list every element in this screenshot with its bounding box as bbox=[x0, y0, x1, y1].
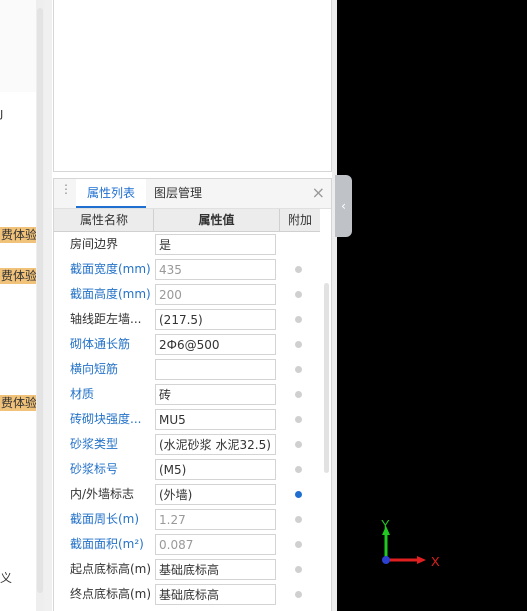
extra-indicator-icon[interactable] bbox=[295, 266, 302, 273]
left-scrollbar-thumb[interactable] bbox=[37, 8, 43, 593]
preview-area bbox=[53, 0, 332, 172]
property-row[interactable]: 轴线距左墙... (217.5) bbox=[54, 307, 320, 332]
left-content-area bbox=[0, 92, 36, 611]
table-header: 属性名称 属性值 附加 bbox=[54, 209, 320, 232]
property-row[interactable]: 起点底标高(m) 基础底标高 bbox=[54, 557, 320, 582]
property-name: 终点底标高(m) bbox=[70, 587, 152, 601]
extra-indicator-icon[interactable] bbox=[295, 516, 302, 523]
property-scrollbar[interactable] bbox=[324, 283, 329, 473]
property-row[interactable]: 截面宽度(mm) 435 bbox=[54, 257, 320, 282]
column-header-extra: 附加 bbox=[287, 213, 312, 227]
property-value-field[interactable] bbox=[155, 359, 276, 380]
left-scrollbar[interactable] bbox=[36, 0, 44, 611]
property-panel: ⋮⋮ 属性列表 图层管理 × 属性名称 属性值 附加 房间边界 是截面宽度(mm)… bbox=[53, 178, 332, 611]
property-row[interactable]: 内/外墙标志 (外墙) bbox=[54, 482, 320, 507]
property-value-field[interactable]: 1.27 bbox=[155, 509, 276, 530]
property-value-field[interactable]: (水泥砂浆 水泥32.5) bbox=[155, 434, 276, 455]
property-value-field[interactable]: 基础底标高 bbox=[155, 559, 276, 580]
extra-indicator-icon[interactable] bbox=[295, 441, 302, 448]
axis-origin bbox=[382, 556, 390, 564]
y-axis-label: Y bbox=[381, 517, 390, 532]
property-row[interactable]: 砂浆标号 (M5) bbox=[54, 457, 320, 482]
left-text-fragment: ȷ bbox=[0, 106, 4, 120]
extra-indicator-icon[interactable] bbox=[295, 591, 302, 598]
property-row[interactable]: 房间边界 是 bbox=[54, 232, 320, 257]
property-row[interactable]: 砂浆类型 (水泥砂浆 水泥32.5) bbox=[54, 432, 320, 457]
property-row[interactable]: 材质 砖 bbox=[54, 382, 320, 407]
x-axis-arrow bbox=[417, 556, 426, 564]
drag-grip-icon[interactable]: ⋮⋮ bbox=[60, 183, 83, 195]
drawing-viewport[interactable]: Y X bbox=[337, 0, 527, 611]
property-value-field[interactable]: 砖 bbox=[155, 384, 276, 405]
property-value-field[interactable]: 基础底标高 bbox=[155, 584, 276, 605]
left-text-fragment-bottom: 义 bbox=[0, 571, 13, 585]
x-axis-label: X bbox=[431, 554, 440, 569]
extra-indicator-icon[interactable] bbox=[295, 391, 302, 398]
panel-tabbar: ⋮⋮ 属性列表 图层管理 × bbox=[54, 179, 331, 209]
property-name: 内/外墙标志 bbox=[70, 487, 135, 501]
property-value-field[interactable]: (217.5) bbox=[155, 309, 276, 330]
property-value-field[interactable]: 200 bbox=[155, 284, 276, 305]
tab-property-list[interactable]: 属性列表 bbox=[76, 179, 146, 208]
property-row[interactable]: 截面周长(m) 1.27 bbox=[54, 507, 320, 532]
property-name: 起点底标高(m) bbox=[70, 562, 152, 576]
property-name: 截面周长(m) bbox=[70, 512, 140, 526]
property-value-field[interactable]: (外墙) bbox=[155, 484, 276, 505]
property-row[interactable]: 截面高度(mm) 200 bbox=[54, 282, 320, 307]
extra-indicator-icon[interactable] bbox=[295, 291, 302, 298]
property-row[interactable]: 砖砌块强度... MU5 bbox=[54, 407, 320, 432]
property-name: 材质 bbox=[70, 387, 95, 401]
property-row[interactable]: 截面面积(m²) 0.087 bbox=[54, 532, 320, 557]
property-value-field[interactable]: 2Ф6@500 bbox=[155, 334, 276, 355]
axis-indicator: Y X bbox=[381, 517, 440, 569]
extra-indicator-icon[interactable] bbox=[295, 341, 302, 348]
property-value-field[interactable]: 0.087 bbox=[155, 534, 276, 555]
panel-divider[interactable] bbox=[44, 0, 52, 611]
property-name: 砂浆类型 bbox=[70, 437, 119, 451]
property-name: 截面高度(mm) bbox=[70, 287, 151, 301]
property-name: 砌体通长筋 bbox=[70, 337, 131, 351]
property-name: 砂浆标号 bbox=[70, 462, 119, 476]
extra-indicator-icon[interactable] bbox=[295, 541, 302, 548]
extra-indicator-icon[interactable] bbox=[295, 316, 302, 323]
property-name: 截面宽度(mm) bbox=[70, 262, 151, 276]
property-rows: 房间边界 是截面宽度(mm) 435 截面高度(mm) 200 轴线距左墙... (217.… bbox=[54, 232, 320, 607]
property-value-field[interactable]: 435 bbox=[155, 259, 276, 280]
property-name: 砖砌块强度... bbox=[70, 412, 142, 426]
extra-indicator-icon[interactable] bbox=[295, 366, 302, 373]
property-value-field[interactable]: (M5) bbox=[155, 459, 276, 480]
extra-indicator-icon[interactable] bbox=[295, 491, 302, 498]
property-row[interactable]: 终点底标高(m) 基础底标高 bbox=[54, 582, 320, 607]
property-name: 轴线距左墙... bbox=[70, 312, 142, 326]
extra-indicator-icon[interactable] bbox=[295, 416, 302, 423]
left-panel: ȷ 费体验▫ 费体验▫ 费体验▫ 义 bbox=[0, 0, 44, 611]
close-icon[interactable]: × bbox=[312, 184, 325, 202]
extra-indicator-icon[interactable] bbox=[295, 566, 302, 573]
extra-indicator-icon[interactable] bbox=[295, 466, 302, 473]
column-header-name: 属性名称 bbox=[54, 209, 154, 231]
column-header-value: 属性值 bbox=[154, 209, 280, 231]
property-name: 横向短筋 bbox=[70, 362, 119, 376]
tab-layer-management[interactable]: 图层管理 bbox=[154, 179, 206, 208]
property-name: 房间边界 bbox=[70, 237, 119, 251]
collapse-panel-button[interactable]: ‹ bbox=[335, 175, 352, 237]
property-value-field[interactable]: MU5 bbox=[155, 409, 276, 430]
property-row[interactable]: 砌体通长筋 2Ф6@500 bbox=[54, 332, 320, 357]
property-row[interactable]: 横向短筋 bbox=[54, 357, 320, 382]
property-value-field[interactable]: 是 bbox=[155, 234, 276, 255]
property-name: 截面面积(m²) bbox=[70, 537, 144, 551]
